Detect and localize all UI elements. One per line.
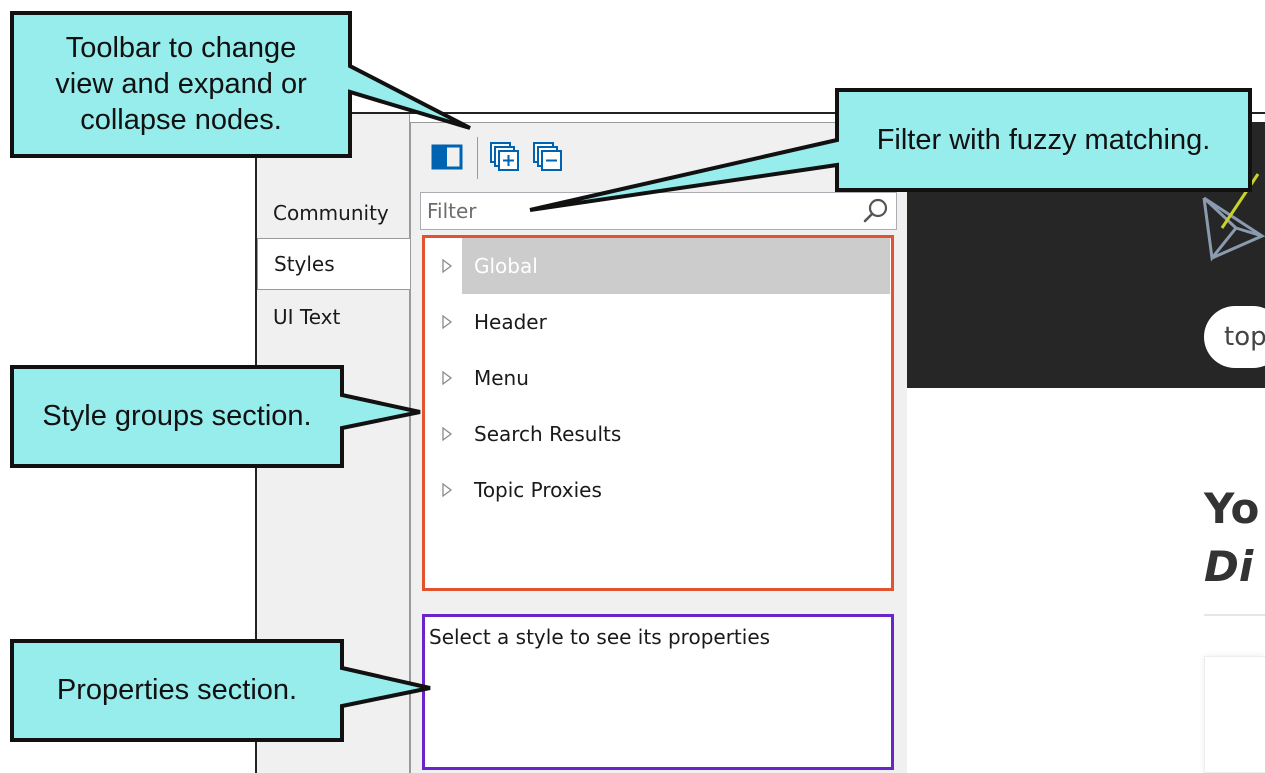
style-group-label: Global [474,254,538,278]
filter-input[interactable] [427,193,847,229]
nav-tab-label: Styles [274,252,335,276]
toolbar-callout-line: Toolbar to change [65,32,297,64]
logo-icon [1202,173,1265,262]
nav-tab-ui-text[interactable]: UI Text [257,292,410,342]
properties-callout-text: Properties section. [56,674,298,706]
style-group-label: Search Results [474,422,622,446]
properties-section: Select a style to see its properties [422,614,894,770]
nav-tab-label: UI Text [273,305,341,329]
panel-toggle-button[interactable] [430,140,464,174]
tree-label-wrap: Topic Proxies [462,462,890,518]
tree-label-wrap: Search Results [462,406,890,462]
collapse-all-icon [533,142,562,171]
style-group-label: Header [474,310,547,334]
preview-divider [1204,614,1265,616]
toolbar-separator [477,137,478,179]
expand-arrow-icon[interactable] [441,370,453,386]
expand-arrow-icon[interactable] [441,314,453,330]
style-group-menu[interactable]: Menu [425,350,891,406]
toolbar-callout-line: collapse nodes. [80,104,282,136]
nav-tab-label: Community [273,201,389,225]
expand-all-icon [490,142,519,171]
tree-label-wrap: Menu [462,350,890,406]
preview-heading-line1: Yo [1204,484,1260,533]
preview-search-text: top [1224,322,1265,352]
preview-search-field[interactable]: top [1204,306,1265,368]
style-group-topic-proxies[interactable]: Topic Proxies [425,462,891,518]
nav-tab-setup[interactable]: Setup [257,136,410,162]
style-group-label: Topic Proxies [474,478,602,502]
filter-callout-text: Filter with fuzzy matching. [876,124,1211,156]
panel-toggle-icon [431,144,463,170]
tree-label-wrap: Global [462,238,890,294]
style-group-search-results[interactable]: Search Results [425,406,891,462]
groups-callout-text: Style groups section. [42,400,312,432]
toolbar-callout-text: Toolbar to change view and expand or col… [12,30,350,138]
filter-box [420,192,897,230]
search-icon[interactable] [862,197,890,225]
style-group-global[interactable]: Global [425,238,891,294]
expand-arrow-icon[interactable] [441,258,453,274]
style-groups-section: Global Header Menu Search Results Topic … [422,235,894,591]
style-group-header[interactable]: Header [425,294,891,350]
expand-arrow-icon[interactable] [441,426,453,442]
preview-heading-line2: Di [1204,542,1254,591]
toolbar-callout-line: view and expand or [55,68,307,100]
properties-hint: Select a style to see its properties [429,625,771,649]
expand-all-button[interactable] [488,140,522,174]
tree-label-wrap: Header [462,294,890,350]
nav-tab-community[interactable]: Community [257,188,410,238]
nav-tab-styles[interactable]: Styles [257,238,411,290]
expand-arrow-icon[interactable] [441,482,453,498]
preview-card [1204,656,1265,773]
collapse-all-button[interactable] [531,140,565,174]
style-group-label: Menu [474,366,529,390]
